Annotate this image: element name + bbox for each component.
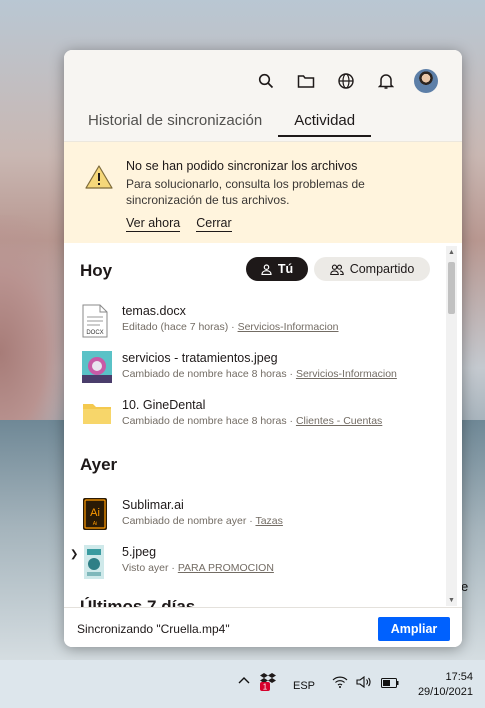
language-indicator[interactable]: ESP — [293, 680, 315, 692]
desktop-icon-label-fragment: e — [461, 579, 469, 594]
filter-shared-label: Compartido — [349, 262, 415, 276]
scroll-up-arrow-icon[interactable]: ▲ — [448, 249, 455, 256]
folder-icon — [82, 398, 112, 432]
svg-text:Ai: Ai — [90, 507, 100, 519]
filter-you-button[interactable]: Tú — [246, 257, 308, 281]
image-thumbnail — [82, 351, 112, 385]
system-clock[interactable]: 17:54 29/10/2021 — [418, 670, 473, 700]
tab-bar: Historial de sincronización Actividad — [88, 112, 387, 137]
item-folder-link[interactable]: Clientes - Cuentas — [296, 415, 382, 427]
search-icon[interactable] — [254, 69, 278, 93]
clock-date: 29/10/2021 — [417, 686, 473, 698]
scroll-down-arrow-icon[interactable]: ▼ — [448, 597, 455, 604]
clock-time: 17:54 — [445, 671, 473, 683]
item-meta: Editado (hace 7 horas) · Servicios-Infor… — [122, 321, 339, 333]
docx-file-icon: DOCX — [82, 304, 112, 338]
panel-header: Historial de sincronización Actividad — [64, 50, 462, 141]
battery-icon[interactable] — [381, 678, 399, 691]
list-item[interactable]: 10. GineDental Cambiado de nombre hace 8… — [80, 394, 430, 438]
chevron-up-icon[interactable] — [238, 675, 250, 687]
list-item[interactable]: DOCX temas.docx Editado (hace 7 horas) ·… — [80, 300, 430, 344]
scrollbar-thumb[interactable] — [448, 262, 455, 314]
section-title-yesterday: Ayer — [80, 455, 118, 474]
list-item[interactable]: ❯ 5.jpeg Visto ayer · PARA PROMOCION — [70, 541, 430, 585]
close-banner-link[interactable]: Cerrar — [196, 216, 232, 232]
banner-actions: Ver ahora Cerrar — [126, 216, 232, 232]
list-item[interactable]: servicios - tratamientos.jpeg Cambiado d… — [80, 347, 430, 391]
item-meta: Cambiado de nombre ayer · Tazas — [122, 515, 283, 527]
tab-sync-history[interactable]: Historial de sincronización — [88, 112, 262, 137]
illustrator-file-icon: Ai Ai — [82, 498, 112, 532]
filter-shared-button[interactable]: Compartido — [314, 257, 430, 281]
upgrade-button[interactable]: Ampliar — [378, 617, 450, 641]
item-name: servicios - tratamientos.jpeg — [122, 351, 278, 365]
banner-title: No se han podido sincronizar los archivo… — [126, 159, 358, 173]
item-name: 5.jpeg — [122, 545, 157, 559]
dropbox-tray-icon[interactable]: 1 — [259, 671, 277, 694]
expand-caret-icon[interactable]: ❯ — [70, 549, 78, 560]
item-folder-link[interactable]: Servicios-Informacion — [238, 321, 339, 333]
item-folder-link[interactable]: PARA PROMOCION — [178, 562, 274, 574]
list-item[interactable]: Ai Ai Sublimar.ai Cambiado de nombre ayer… — [80, 494, 430, 538]
item-folder-link[interactable]: Servicios-Informacion — [296, 368, 397, 380]
view-now-link[interactable]: Ver ahora — [126, 216, 181, 232]
panel-footer: Sincronizando "Cruella.mp4" Ampliar — [64, 607, 462, 647]
banner-description: Para solucionarlo, consulta los problema… — [126, 177, 365, 207]
item-meta: Cambiado de nombre hace 8 horas · Servic… — [122, 368, 397, 380]
wifi-icon[interactable] — [332, 676, 348, 691]
svg-text:Ai: Ai — [93, 521, 97, 527]
item-folder-link[interactable]: Tazas — [255, 515, 282, 527]
people-icon — [329, 264, 344, 275]
header-icons — [254, 69, 438, 93]
image-thumbnail — [82, 545, 112, 579]
scrollbar[interactable]: ▲ ▼ — [446, 246, 457, 606]
item-name: Sublimar.ai — [122, 498, 184, 512]
dropbox-badge-count: 1 — [263, 683, 268, 692]
item-meta: Visto ayer · PARA PROMOCION — [122, 562, 274, 574]
sync-status-text: Sincronizando "Cruella.mp4" — [77, 622, 230, 636]
item-name: temas.docx — [122, 304, 186, 318]
avatar[interactable] — [414, 69, 438, 93]
activity-list: Hoy Tú Compartido DOCX temas.docx Editad… — [64, 243, 462, 607]
bell-icon[interactable] — [374, 69, 398, 93]
item-name: 10. GineDental — [122, 398, 206, 412]
volume-icon[interactable] — [356, 675, 372, 691]
taskbar: 1 ESP 17:54 29/10/2021 — [0, 660, 485, 708]
item-meta: Cambiado de nombre hace 8 horas · Client… — [122, 415, 383, 427]
tab-activity[interactable]: Actividad — [278, 112, 372, 137]
globe-icon[interactable] — [334, 69, 358, 93]
person-icon — [261, 263, 272, 275]
filter-you-label: Tú — [277, 262, 294, 276]
section-title-today: Hoy — [80, 261, 113, 280]
sync-error-banner: No se han podido sincronizar los archivo… — [64, 141, 462, 243]
section-title-last-7-days: Últimos 7 días — [80, 597, 196, 607]
warning-icon — [84, 164, 114, 195]
dropbox-panel: Historial de sincronización Actividad No… — [64, 50, 462, 647]
folder-icon[interactable] — [294, 69, 318, 93]
svg-text:DOCX: DOCX — [86, 330, 103, 336]
